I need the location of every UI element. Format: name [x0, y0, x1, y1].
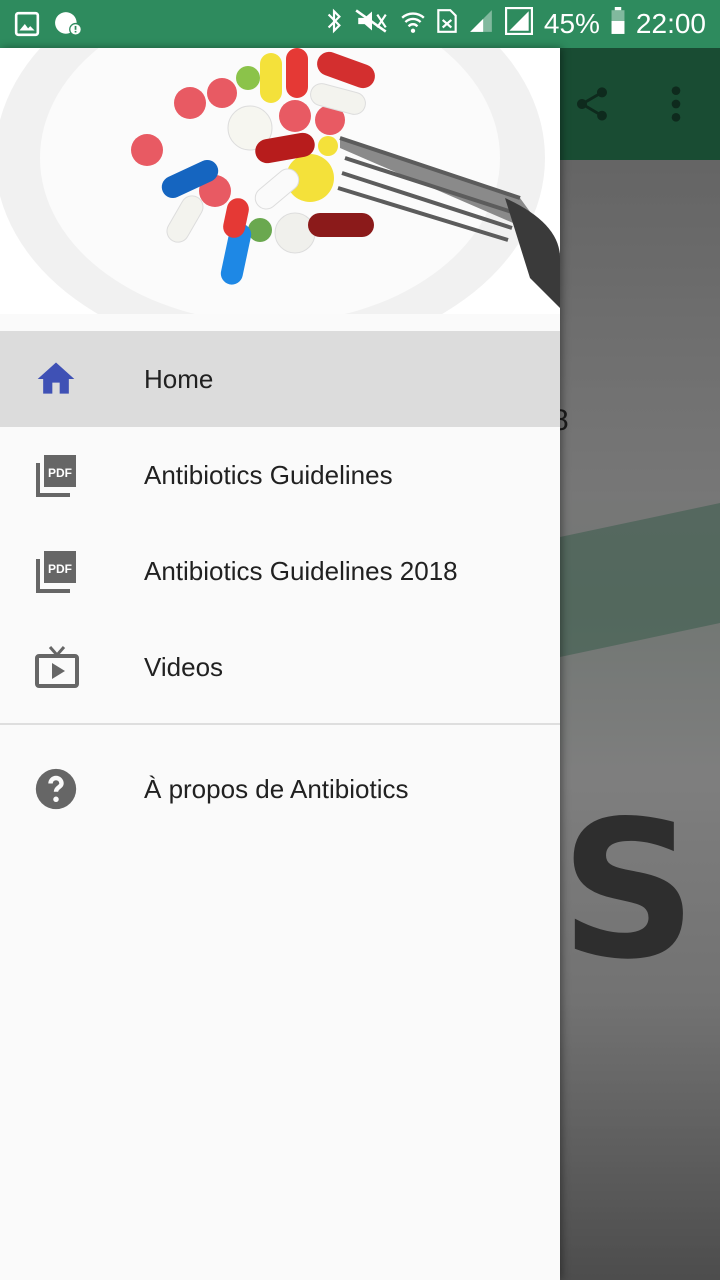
help-icon [34, 767, 78, 815]
chat-alert-icon [54, 11, 82, 37]
clock: 22:00 [635, 8, 706, 39]
battery-icon [610, 6, 626, 42]
nav-item-antibiotics-guidelines-2018[interactable]: PDF Antibiotics Guidelines 2018 [0, 523, 560, 619]
nav-item-home[interactable]: Home [0, 331, 560, 427]
navigation-drawer: Home PDF Antibiotics Guidelines PDF Anti… [0, 48, 560, 1280]
nav-item-label: À propos de Antibiotics [144, 773, 409, 804]
svg-text:PDF: PDF [48, 562, 72, 576]
signal-icon [468, 8, 494, 41]
nav-item-label: Antibiotics Guidelines [144, 459, 393, 490]
nav-item-label: Home [144, 363, 214, 394]
nav-item-about[interactable]: À propos de Antibiotics [0, 733, 560, 845]
divider [0, 723, 560, 725]
gallery-icon [14, 11, 40, 37]
mute-icon [354, 8, 390, 41]
home-icon [34, 355, 78, 403]
drawer-header-image [0, 48, 560, 314]
nav-item-label: Antibiotics Guidelines 2018 [144, 555, 458, 586]
wifi-icon [400, 8, 426, 41]
nav-item-label: Videos [144, 651, 224, 682]
bluetooth-icon [324, 8, 344, 41]
svg-text:PDF: PDF [48, 466, 72, 480]
nav-list: Home PDF Antibiotics Guidelines PDF Anti… [0, 331, 560, 845]
status-bar: 45% 22:00 [0, 0, 720, 48]
pdf-icon: PDF [34, 451, 78, 499]
nav-item-videos[interactable]: Videos [0, 619, 560, 715]
sim-icon [436, 8, 458, 41]
pdf-icon: PDF [34, 547, 78, 595]
nav-item-antibiotics-guidelines[interactable]: PDF Antibiotics Guidelines [0, 427, 560, 523]
battery-text: 45% [543, 8, 600, 39]
tv-icon [34, 643, 79, 691]
signal-icon [504, 6, 534, 42]
